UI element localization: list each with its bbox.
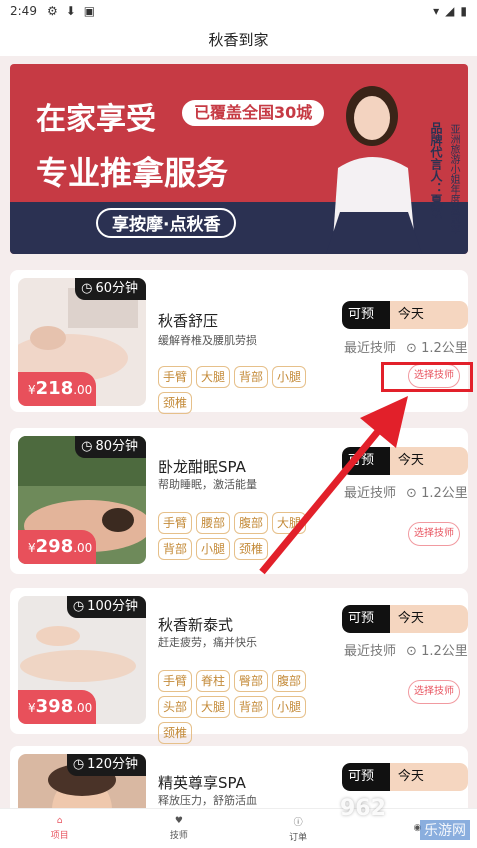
price-badge: ¥298.00 [18,530,96,564]
location-icon: ⊙ [406,486,417,501]
tab-technicians[interactable]: ♥ 技师 [119,809,238,848]
tag: 背部 [234,696,269,718]
tag: 小腿 [196,538,231,560]
tag-list: 手臂 大腿 背部 小腿 颈椎 [158,366,344,414]
service-card[interactable]: ◷ 120分钟 精英尊享SPA 释放压力，舒筋活血 可预约今天 15:00 [10,746,468,848]
service-desc: 帮助睡眠，激活能量 [158,478,257,491]
duration-badge: ◷ 120分钟 [66,754,146,776]
banner-coverage-pill: 已覆盖全国30城 [182,100,325,126]
gear-icon: ⚙ [46,4,58,18]
ambassador-title: 亚洲旅游小姐年度总冠军 [448,124,459,234]
tag: 背部 [158,538,193,560]
highlight-box [381,362,473,392]
tag: 大腿 [196,366,231,388]
clock-icon: ◷ [81,281,93,296]
tag: 手臂 [158,366,193,388]
tag: 大腿 [272,512,307,534]
tag: 腹部 [272,670,307,692]
bottom-tab-bar: ⌂ 项目 ♥ 技师 ⓘ 订单 ◉ [0,808,477,848]
service-thumbnail: ◷ 80分钟 ¥298.00 [18,436,146,564]
tag: 腰部 [196,512,231,534]
service-desc: 缓解脊椎及腰肌劳损 [158,334,257,347]
signal-icon: ◢ [445,4,455,18]
nearest-tech: 最近技师 ⊙ 1.2公里 [344,486,468,501]
tab-projects[interactable]: ⌂ 项目 [0,809,119,848]
service-name: 精英尊享SPA [158,774,246,792]
tag: 小腿 [272,366,307,388]
tag: 颈椎 [158,392,193,414]
wifi-icon: ▾ [433,4,440,18]
availability: 可预约今天 15:00 [342,447,468,475]
battery-icon: ▮ [460,4,467,18]
heart-icon: ♥ [174,816,183,826]
service-name: 卧龙酣眠SPA [158,458,246,476]
status-bar: 2:49 ⚙ ⬇ ▣ ▾ ◢ ▮ [0,0,477,22]
app-icon: ▣ [83,4,96,18]
tag-list: 手臂 脊柱 臀部 腹部 头部 大腿 背部 小腿 颈椎 [158,670,344,744]
clock-icon: ◷ [72,757,85,772]
availability: 可预约今天 15:00 [342,605,468,633]
duration-badge: ◷ 100分钟 [66,596,146,618]
tag: 脊柱 [196,670,231,692]
banner-slogan: 享按摩·点秋香 [96,208,237,238]
nearest-tech: 最近技师 ⊙ 1.2公里 [344,341,468,356]
tag: 臀部 [234,670,269,692]
tag: 腹部 [234,512,269,534]
tag: 颈椎 [158,722,193,744]
service-name: 秋香舒压 [158,312,219,330]
tag: 头部 [158,696,193,718]
location-icon: ⊙ [406,644,417,659]
service-desc: 释放压力，舒筋活血 [158,794,257,807]
tag: 背部 [234,366,269,388]
service-card[interactable]: ◷ 100分钟 ¥398.00 秋香新泰式 赶走疲劳，痛并快乐 手臂 脊柱 臀部… [10,588,468,744]
tag-list: 手臂 腰部 腹部 大腿 背部 小腿 颈椎 [158,512,344,560]
choose-tech-button[interactable]: 选择技师 [408,680,460,704]
nearest-tech: 最近技师 ⊙ 1.2公里 [344,644,468,659]
ambassador-label: 品牌代言人：夏双 [429,122,443,218]
app-title: 秋香到家 [208,30,269,49]
app-title-bar: 秋香到家 [0,22,477,56]
location-icon: ⊙ [406,341,417,356]
watermark-text: 乐游网 [420,820,470,840]
download-icon: ⬇ [65,4,76,18]
tag: 手臂 [158,512,193,534]
clock-icon: ◷ [72,599,85,614]
service-thumbnail: ◷ 60分钟 ¥218.00 [18,278,146,406]
duration-badge: ◷ 80分钟 [75,436,146,458]
service-thumbnail: ◷ 100分钟 ¥398.00 [18,596,146,724]
tag: 颈椎 [234,538,269,560]
price-badge: ¥218.00 [18,372,96,406]
home-icon: ⌂ [56,816,63,826]
tag: 手臂 [158,670,193,692]
ambassador-photo [326,86,422,254]
price-badge: ¥398.00 [18,690,96,724]
tag: 小腿 [272,696,307,718]
choose-tech-button[interactable]: 选择技师 [408,522,460,546]
clock-icon: ◷ [81,439,93,454]
tag: 大腿 [196,696,231,718]
banner-headline-2: 专业推拿服务 [36,154,229,192]
banner-headline-1: 在家享受 [36,102,156,137]
watermark-logo: 962 [340,796,386,821]
service-card[interactable]: ◷ 80分钟 ¥298.00 卧龙酣眠SPA 帮助睡眠，激活能量 手臂 腰部 腹… [10,428,468,574]
availability: 可预约今天 15:00 [342,301,468,329]
service-name: 秋香新泰式 [158,616,234,634]
duration-badge: ◷ 60分钟 [75,278,146,300]
availability: 可预约今天 15:00 [342,763,468,791]
service-desc: 赶走疲劳，痛并快乐 [158,636,257,649]
status-time: 2:49 [10,4,37,18]
promo-banner[interactable]: 在家享受 已覆盖全国30城 专业推拿服务 享按摩·点秋香 品牌代言人：夏双 亚洲… [10,64,468,254]
info-icon: ⓘ [293,817,303,828]
